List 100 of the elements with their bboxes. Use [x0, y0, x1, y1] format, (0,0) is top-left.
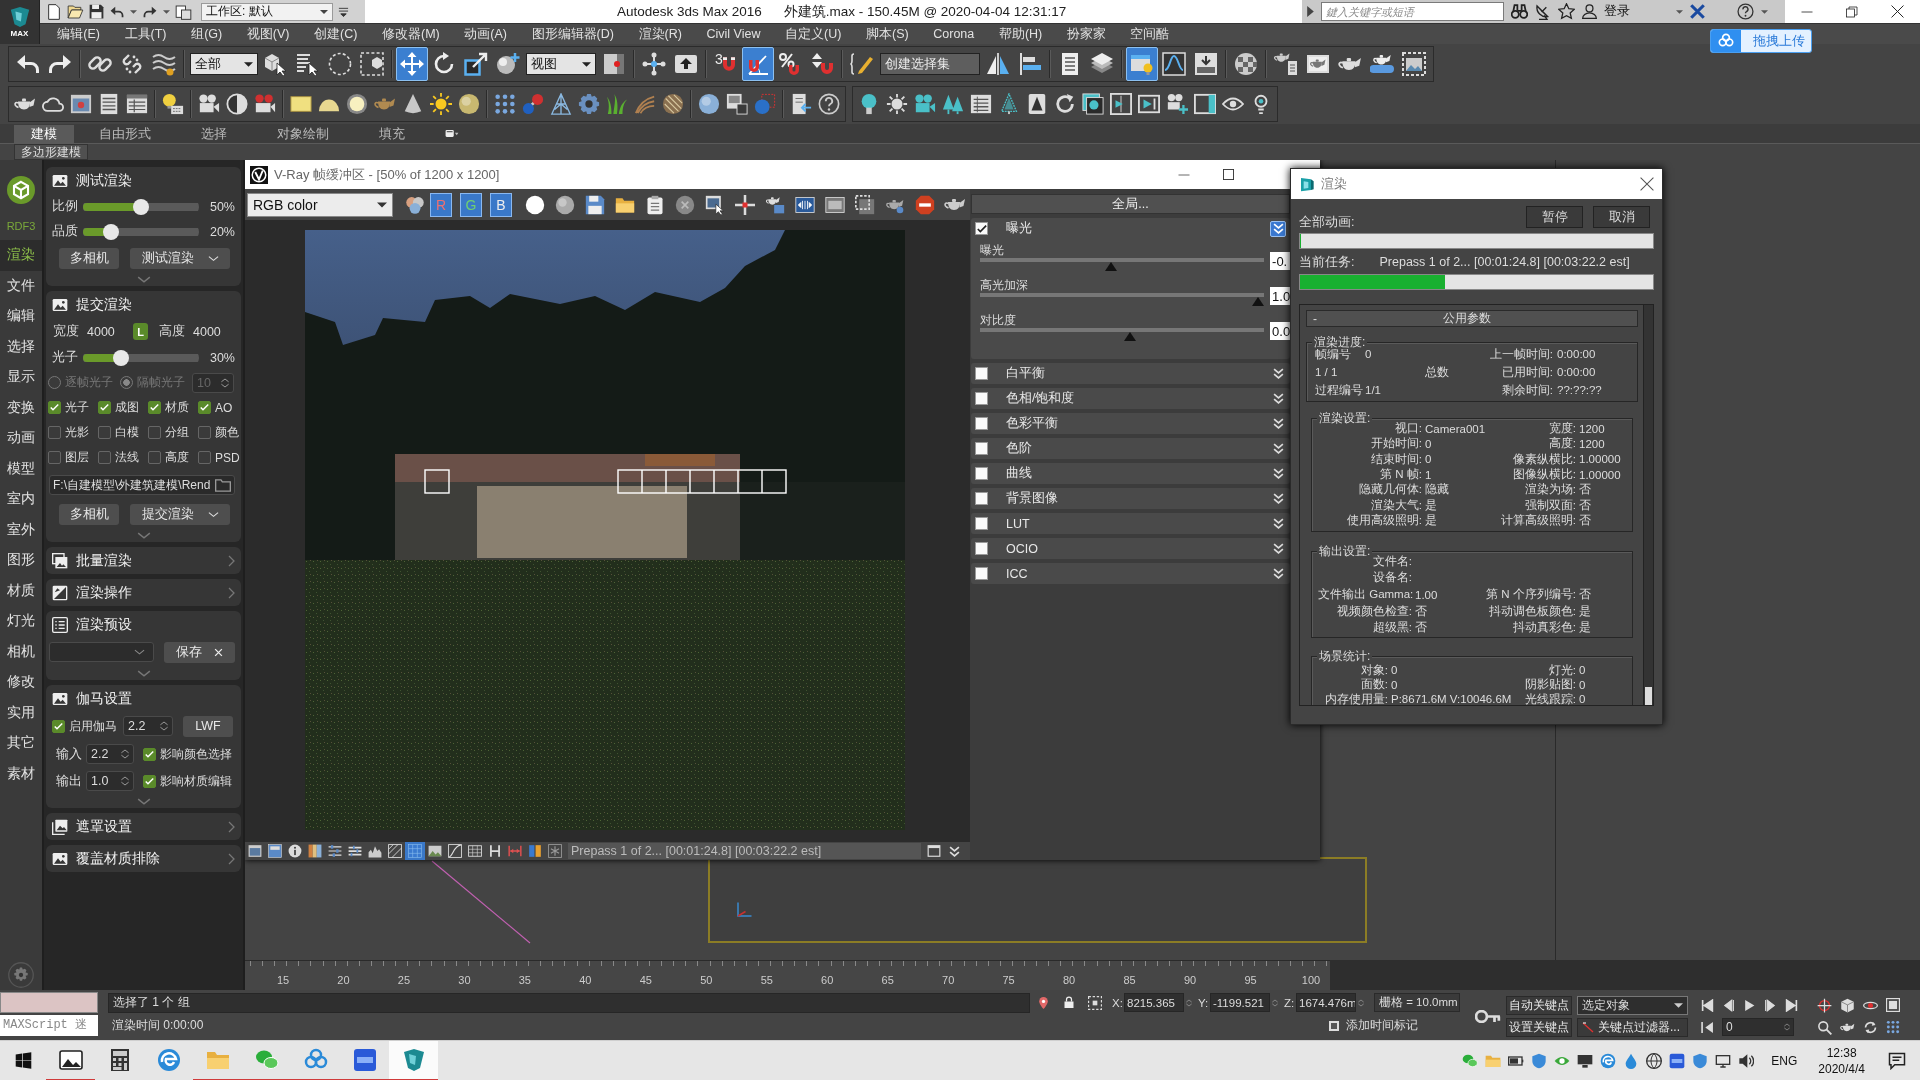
- glowing-disc-icon[interactable]: [346, 93, 368, 115]
- side-nav-item[interactable]: 显示: [0, 362, 42, 393]
- project-folder-icon[interactable]: [175, 3, 192, 20]
- channel-toggle[interactable]: B: [490, 192, 512, 217]
- side-nav-item[interactable]: 其它: [0, 728, 42, 759]
- checkbox-label[interactable]: 分组: [165, 424, 189, 441]
- maximize-viewport-icon[interactable]: [1886, 998, 1900, 1012]
- network-icon[interactable]: [1715, 1052, 1732, 1069]
- menu-item[interactable]: 扮家家: [1054, 25, 1119, 43]
- correction-label[interactable]: 色彩平衡: [1006, 415, 1270, 432]
- shield-icon[interactable]: [1531, 1052, 1548, 1069]
- menu-item[interactable]: 空间酷: [1118, 25, 1182, 43]
- grid-window-icon[interactable]: [126, 93, 148, 115]
- correction-label[interactable]: 色阶: [1006, 440, 1270, 457]
- checkbox[interactable]: [975, 542, 988, 555]
- open-folder-icon[interactable]: [67, 3, 84, 20]
- zoom-icon[interactable]: [1817, 1019, 1832, 1035]
- film-camera-icon[interactable]: [198, 93, 220, 115]
- multi-camera-button[interactable]: 多相机: [59, 503, 119, 525]
- map-pin-icon[interactable]: [1036, 995, 1050, 1010]
- checkbox[interactable]: [98, 426, 111, 439]
- dot-grid-icon[interactable]: [494, 93, 516, 115]
- key-filters-button[interactable]: 关键点过滤器...: [1577, 1017, 1688, 1037]
- menu-item[interactable]: 动画(A): [452, 25, 520, 43]
- skip-to-end-icon[interactable]: [1785, 998, 1798, 1012]
- menu-item[interactable]: 组(G): [178, 25, 235, 43]
- checkbox[interactable]: [198, 426, 211, 439]
- auto-key-button[interactable]: 自动关键点: [1506, 995, 1572, 1015]
- checkbox-label[interactable]: 启用伽马: [69, 717, 117, 735]
- pause-button[interactable]: 暂停: [1526, 206, 1583, 228]
- side-nav-item[interactable]: 模型: [0, 453, 42, 484]
- status-tool-button[interactable]: [465, 842, 485, 860]
- refresh-icon[interactable]: [1054, 93, 1076, 115]
- checkbox[interactable]: [975, 367, 988, 380]
- checkbox[interactable]: [198, 451, 211, 464]
- rollout-header[interactable]: - 公用参数: [1306, 310, 1638, 327]
- side-nav-item[interactable]: 动画: [0, 423, 42, 454]
- section-title[interactable]: 伽马设置: [76, 689, 235, 708]
- user-icon[interactable]: [1582, 4, 1597, 19]
- correction-label[interactable]: ICC: [1006, 566, 1270, 581]
- checkbox[interactable]: [975, 492, 988, 505]
- side-nav-item[interactable]: 修改: [0, 667, 42, 698]
- shield-icon[interactable]: [1692, 1052, 1709, 1069]
- multi-camera-button[interactable]: 多相机: [59, 247, 119, 269]
- undo-arrow-icon[interactable]: [109, 4, 125, 19]
- pine-trees-icon[interactable]: [942, 93, 964, 115]
- input-gamma-spinner[interactable]: 2.2: [86, 744, 134, 764]
- layered-image-icon[interactable]: [1082, 93, 1104, 115]
- maxscript-input-field[interactable]: MAXScript 迷: [0, 1015, 98, 1036]
- checkbox[interactable]: [975, 567, 988, 580]
- app-menu-button[interactable]: MAX: [0, 0, 40, 44]
- bars-panel-icon[interactable]: [795, 194, 815, 215]
- expand-arrow-icon[interactable]: [1307, 6, 1314, 17]
- chevron-right-icon[interactable]: [228, 586, 235, 599]
- checkbox[interactable]: [198, 401, 211, 414]
- stop-sign-icon[interactable]: [915, 194, 935, 215]
- menu-item[interactable]: 修改器(M): [369, 25, 453, 43]
- clock[interactable]: 12:38 2020/4/4: [1818, 1044, 1865, 1077]
- chevron-down-icon[interactable]: [136, 797, 151, 805]
- side-nav-item[interactable]: 相机: [0, 636, 42, 667]
- time-tag-icon[interactable]: [1328, 1019, 1340, 1032]
- chevron-right-icon[interactable]: [228, 852, 235, 865]
- reference-coordinate-dropdown[interactable]: 视图: [526, 53, 596, 75]
- correction-label[interactable]: 背景图像: [1006, 490, 1270, 507]
- slider-thumb[interactable]: [113, 349, 129, 366]
- correction-label[interactable]: 曝光: [1006, 220, 1270, 237]
- chevron-down-icon[interactable]: [136, 531, 151, 539]
- reel-camera-icon[interactable]: [254, 93, 276, 115]
- monitor-icon[interactable]: [1577, 1052, 1594, 1069]
- coordinate-field[interactable]: -1199.521: [1210, 993, 1270, 1012]
- clipboard-icon[interactable]: [645, 194, 665, 215]
- side-nav-item[interactable]: 室外: [0, 514, 42, 545]
- checkbox[interactable]: [975, 222, 988, 235]
- checkbox-label[interactable]: 影响颜色选择: [160, 745, 232, 763]
- checkbox[interactable]: [98, 401, 111, 414]
- status-tool-button[interactable]: [385, 842, 405, 860]
- checkbox[interactable]: [975, 417, 988, 430]
- menu-item[interactable]: 编辑(E): [45, 25, 113, 43]
- gear-icon[interactable]: [578, 93, 600, 115]
- scroll-bar[interactable]: [1643, 305, 1653, 705]
- menu-item[interactable]: Corona: [921, 27, 987, 41]
- status-tool-button[interactable]: [265, 842, 285, 860]
- checkbox[interactable]: [975, 467, 988, 480]
- section-title[interactable]: 遮罩设置: [76, 817, 220, 836]
- sphere-icon[interactable]: [698, 93, 720, 115]
- test-render-button[interactable]: 测试渲染: [130, 247, 230, 269]
- sign-in-link[interactable]: 登录: [1604, 3, 1630, 20]
- half-disc-icon[interactable]: [226, 93, 248, 115]
- expand-toggle[interactable]: [1270, 220, 1286, 237]
- chevron-right-icon[interactable]: [228, 820, 235, 833]
- double-chevron-icon[interactable]: [948, 845, 960, 857]
- menu-item[interactable]: 图形编辑器(D): [519, 25, 627, 43]
- slider-thumb[interactable]: [1252, 297, 1265, 306]
- help-icon[interactable]: [1737, 3, 1754, 20]
- checkbox-label[interactable]: 高度: [165, 449, 189, 466]
- named-selection-field[interactable]: 创建选择集: [880, 53, 980, 75]
- film-camera-icon[interactable]: [914, 93, 936, 115]
- chevron-right-icon[interactable]: [228, 554, 235, 567]
- coordinate-field[interactable]: 1674.476m: [1296, 993, 1356, 1012]
- clear-circle-icon[interactable]: [675, 194, 695, 215]
